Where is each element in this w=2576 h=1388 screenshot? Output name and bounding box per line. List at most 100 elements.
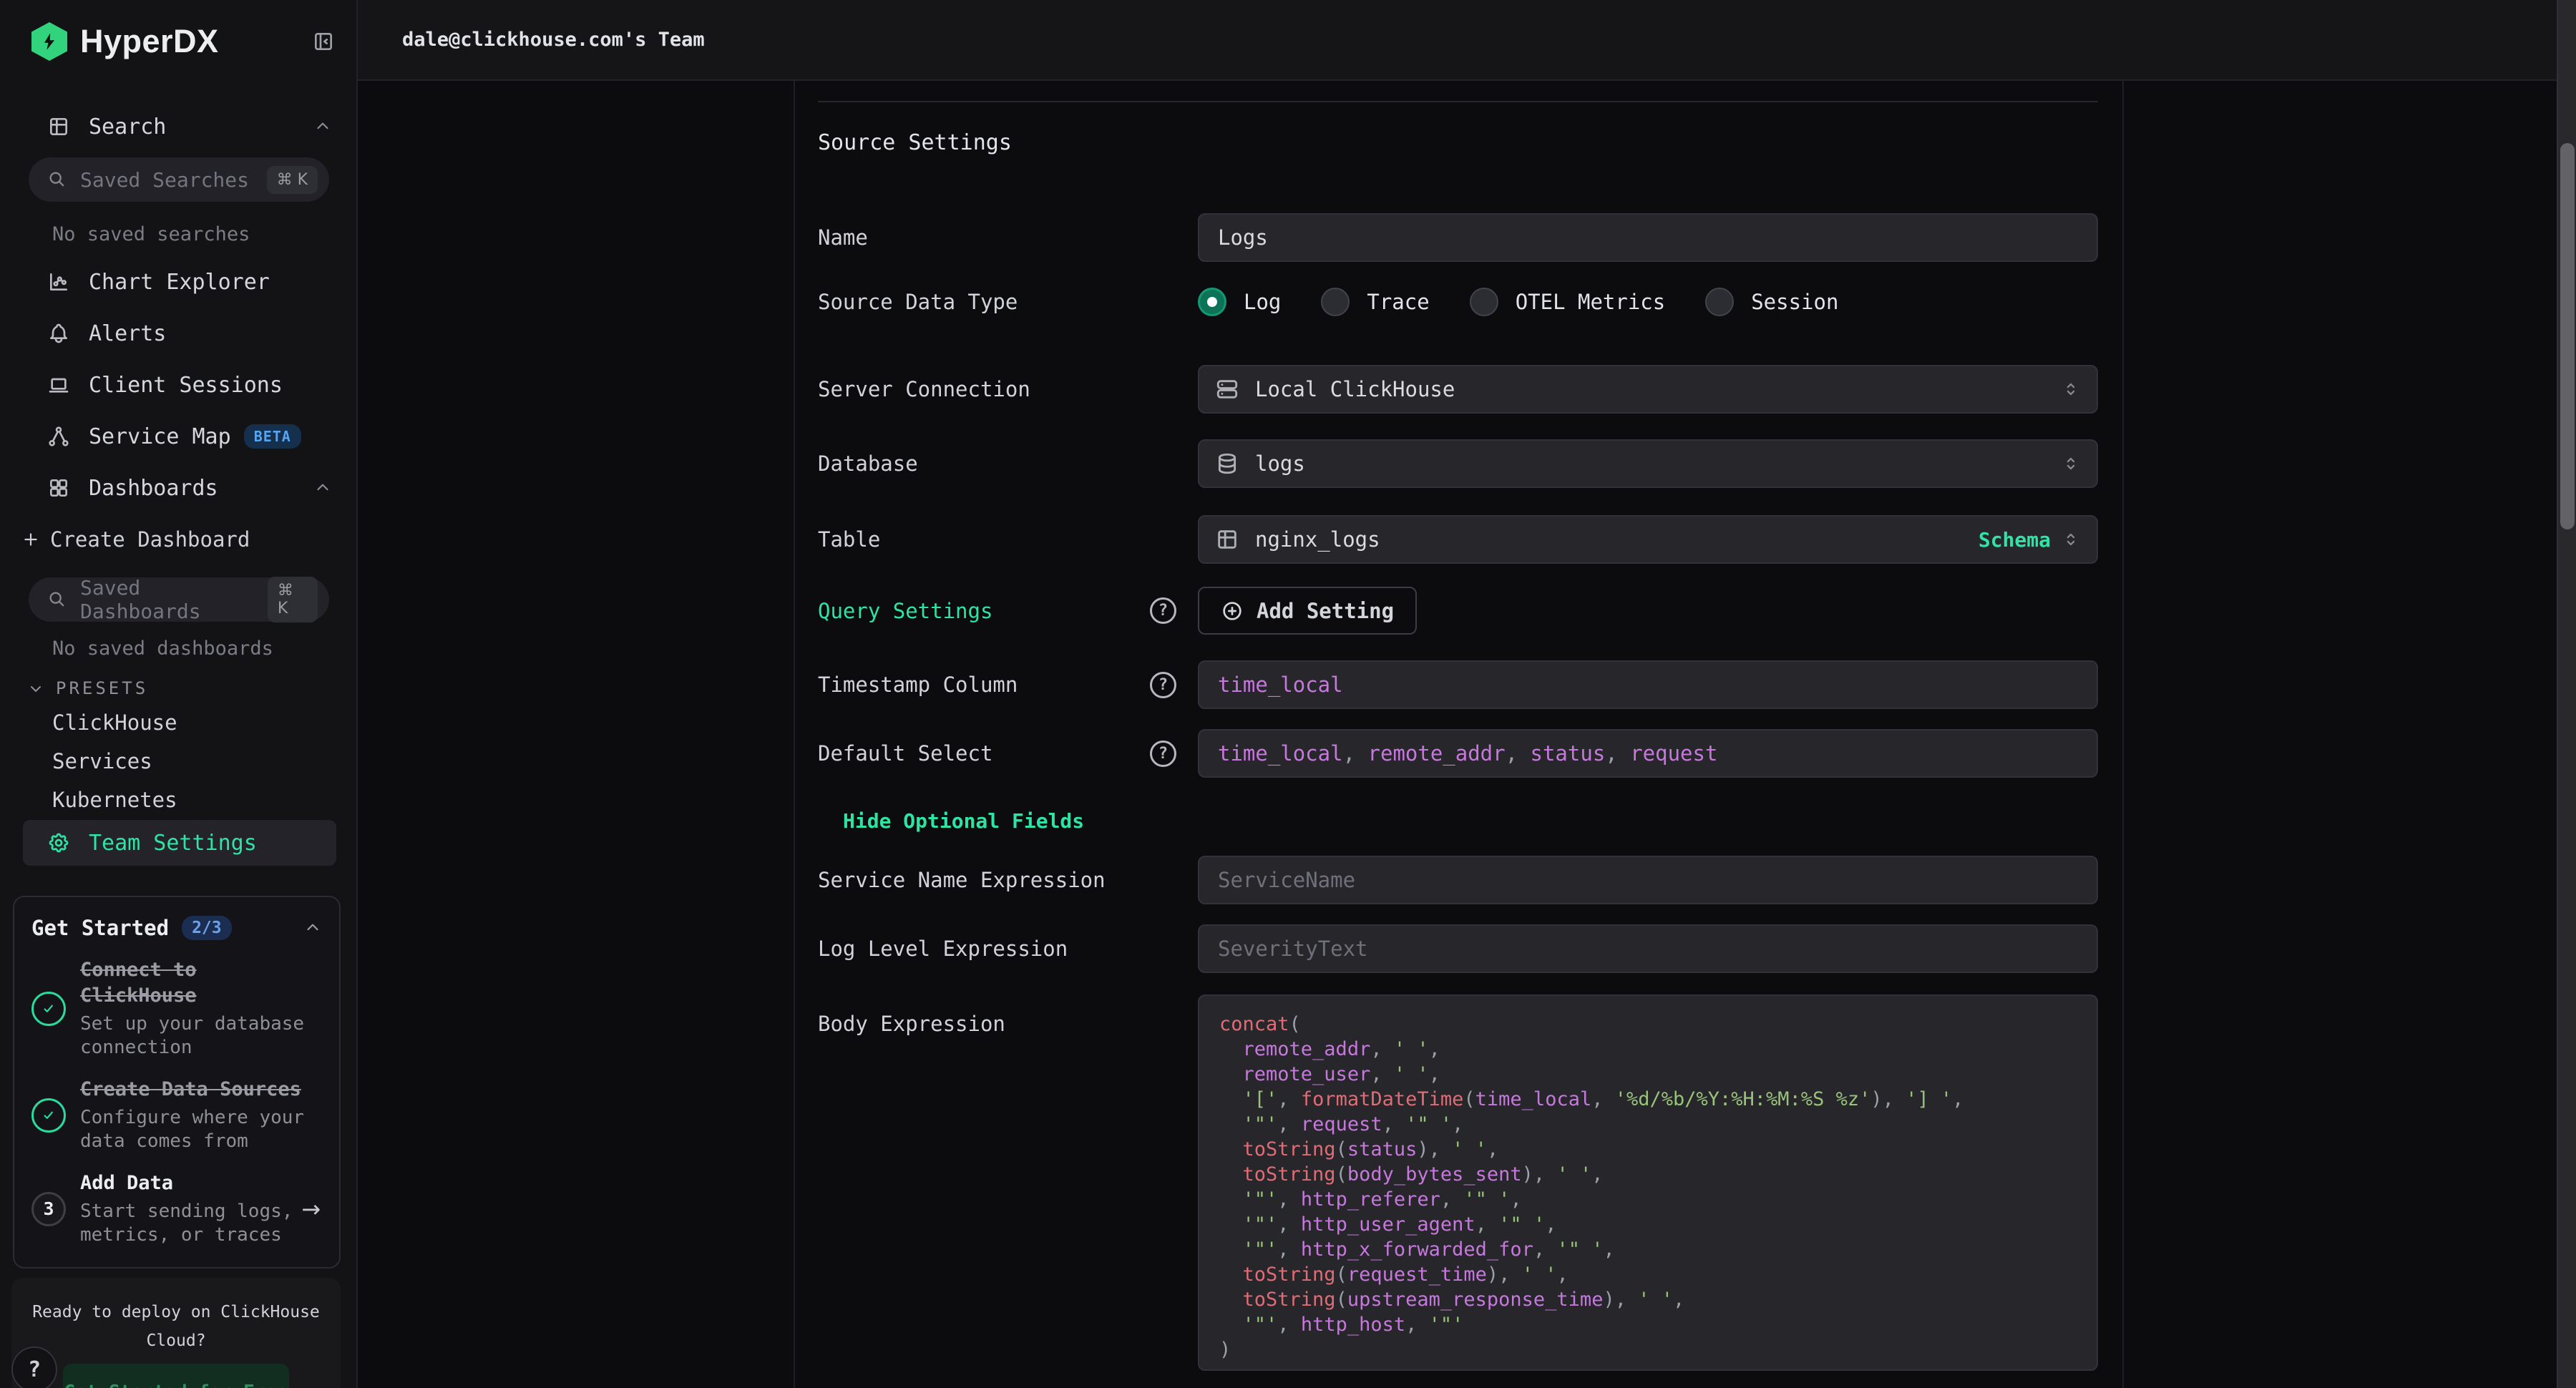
radio-option-log[interactable]: Log bbox=[1198, 288, 1281, 316]
get-started-title: Get Started bbox=[31, 916, 169, 940]
service-name-expression-input[interactable] bbox=[1198, 856, 2098, 904]
laptop-icon bbox=[47, 373, 70, 396]
source-data-type-radio-group: Log Trace OTEL Metrics Session bbox=[1198, 283, 2098, 321]
server-connection-select[interactable]: Local ClickHouse bbox=[1198, 365, 2098, 414]
radio-label: Log bbox=[1244, 290, 1281, 314]
service-name-expression-label: Service Name Expression bbox=[818, 868, 1106, 892]
code-line: '"', http_referer, '" ', bbox=[1219, 1187, 2077, 1212]
chevron-updown-icon bbox=[2061, 379, 2081, 399]
section-divider bbox=[818, 101, 2098, 102]
schema-button[interactable]: Schema bbox=[1979, 528, 2051, 552]
scrollbar-thumb[interactable] bbox=[2560, 143, 2575, 529]
code-line: toString(upstream_response_time), ' ', bbox=[1219, 1287, 2077, 1312]
app-title: HyperDX bbox=[80, 23, 219, 60]
arrow-right-icon[interactable]: → bbox=[301, 1196, 321, 1223]
get-started-step-2[interactable]: Create Data Sources Configure where your… bbox=[31, 1077, 322, 1153]
radio-option-session[interactable]: Session bbox=[1705, 288, 1838, 316]
preset-item-kubernetes[interactable]: Kubernetes bbox=[0, 786, 356, 814]
sidebar-item-label: Dashboards bbox=[89, 476, 218, 501]
default-select-input[interactable]: time_local, remote_addr, status, request bbox=[1198, 729, 2098, 778]
presets-toggle[interactable]: PRESETS bbox=[27, 678, 356, 698]
create-dashboard-label: Create Dashboard bbox=[50, 527, 250, 552]
plus-icon bbox=[21, 530, 40, 549]
service-name-expression-row: Service Name Expression bbox=[818, 856, 2098, 904]
name-input[interactable] bbox=[1198, 213, 2098, 262]
add-setting-button[interactable]: Add Setting bbox=[1198, 587, 1417, 635]
get-started-header[interactable]: Get Started 2/3 bbox=[31, 916, 322, 940]
sidebar-item-label: Client Sessions bbox=[89, 373, 283, 398]
database-select[interactable]: logs bbox=[1198, 439, 2098, 488]
help-circle-icon[interactable]: ? bbox=[1150, 672, 1176, 698]
step-title: Connect to ClickHouse bbox=[80, 959, 197, 1007]
source-data-type-label: Source Data Type bbox=[818, 290, 1018, 314]
topology-icon bbox=[47, 425, 70, 448]
scrollbar-track[interactable] bbox=[2557, 0, 2576, 1388]
step-title: Add Data bbox=[80, 1172, 173, 1194]
name-label: Name bbox=[818, 225, 868, 250]
code-token: time_local bbox=[1218, 673, 1343, 697]
chevron-down-icon bbox=[27, 680, 44, 697]
table-row: Table nginx_logs Schema bbox=[818, 515, 2098, 564]
radio-label: OTEL Metrics bbox=[1516, 290, 1666, 314]
shortcut-badge: ⌘ K bbox=[268, 577, 318, 622]
create-dashboard-button[interactable]: Create Dashboard bbox=[0, 522, 356, 557]
sidebar-item-dashboards[interactable]: Dashboards bbox=[0, 470, 356, 506]
source-data-type-row: Source Data Type Log Trace OTEL Metrics Ses… bbox=[818, 283, 2098, 321]
radio-option-trace[interactable]: Trace bbox=[1321, 288, 1429, 316]
radio-option-otel-metrics[interactable]: OTEL Metrics bbox=[1470, 288, 1666, 316]
add-setting-label: Add Setting bbox=[1257, 599, 1394, 623]
table-select[interactable]: nginx_logs Schema bbox=[1198, 515, 2098, 564]
chevron-up-icon[interactable] bbox=[313, 479, 332, 497]
preset-item-services[interactable]: Services bbox=[0, 747, 356, 776]
sidebar-item-chart-explorer[interactable]: Chart Explorer bbox=[0, 264, 356, 300]
sidebar-item-client-sessions[interactable]: Client Sessions bbox=[0, 367, 356, 403]
radio-selected-icon[interactable] bbox=[1198, 288, 1226, 316]
sidebar-item-label: Alerts bbox=[89, 321, 166, 346]
timestamp-column-input[interactable]: time_local bbox=[1198, 660, 2098, 709]
preset-item-clickhouse[interactable]: ClickHouse bbox=[0, 708, 356, 737]
get-started-step-1[interactable]: Connect to ClickHouse Set up your databa… bbox=[31, 957, 322, 1060]
server-icon bbox=[1215, 377, 1239, 401]
saved-searches-placeholder: Saved Searches bbox=[80, 168, 249, 192]
code-line: '"', http_host, '"' bbox=[1219, 1312, 2077, 1337]
body-expression-row: Body Expression concat( remote_addr, ' '… bbox=[818, 994, 2098, 1371]
help-circle-icon[interactable]: ? bbox=[1150, 597, 1176, 624]
chevron-up-icon[interactable] bbox=[313, 117, 332, 136]
timestamp-column-row: Timestamp Column ? time_local bbox=[818, 660, 2098, 709]
radio-icon[interactable] bbox=[1470, 288, 1498, 316]
chart-icon bbox=[47, 270, 70, 293]
code-token: status bbox=[1531, 741, 1606, 766]
shortcut-badge: ⌘ K bbox=[267, 166, 318, 194]
chevron-updown-icon bbox=[2061, 529, 2081, 549]
code-token: remote_addr bbox=[1368, 741, 1506, 766]
saved-dashboards-input[interactable]: Saved Dashboards ⌘ K bbox=[29, 577, 329, 622]
code-line: remote_addr, ' ', bbox=[1219, 1037, 2077, 1062]
sidebar-item-search[interactable]: Search bbox=[0, 109, 356, 145]
code-line: remote_user, ' ', bbox=[1219, 1062, 2077, 1087]
check-circle-icon bbox=[31, 1098, 66, 1133]
grid-icon bbox=[47, 476, 70, 499]
sidebar-item-alerts[interactable]: Alerts bbox=[0, 316, 356, 351]
radio-icon[interactable] bbox=[1705, 288, 1734, 316]
saved-searches-input[interactable]: Saved Searches ⌘ K bbox=[29, 157, 329, 202]
chevron-up-icon[interactable] bbox=[303, 919, 322, 937]
code-line: ) bbox=[1219, 1337, 2077, 1362]
sidebar-item-team-settings[interactable]: Team Settings bbox=[23, 820, 336, 866]
get-started-step-3[interactable]: 3 Add Data Start sending logs, metrics, … bbox=[31, 1170, 322, 1247]
help-button[interactable]: ? bbox=[11, 1347, 57, 1388]
search-icon bbox=[47, 170, 67, 190]
team-settings-label: Team Settings bbox=[89, 831, 257, 856]
name-row: Name bbox=[818, 213, 2098, 262]
body-expression-editor[interactable]: concat( remote_addr, ' ', remote_user, '… bbox=[1198, 994, 2098, 1371]
step-number-badge: 3 bbox=[31, 1192, 66, 1226]
sidebar-collapse-icon[interactable] bbox=[312, 30, 335, 53]
log-level-expression-input[interactable] bbox=[1198, 924, 2098, 973]
code-token: request bbox=[1630, 741, 1717, 766]
server-connection-row: Server Connection Local ClickHouse bbox=[818, 365, 2098, 414]
sidebar-item-service-map[interactable]: Service Map BETA bbox=[0, 419, 356, 454]
hide-optional-fields-link[interactable]: Hide Optional Fields bbox=[843, 809, 1084, 833]
radio-icon[interactable] bbox=[1321, 288, 1350, 316]
get-started-free-button[interactable]: Get Started for Free bbox=[63, 1364, 289, 1388]
help-circle-icon[interactable]: ? bbox=[1150, 741, 1176, 767]
code-line: toString(status), ' ', bbox=[1219, 1137, 2077, 1162]
